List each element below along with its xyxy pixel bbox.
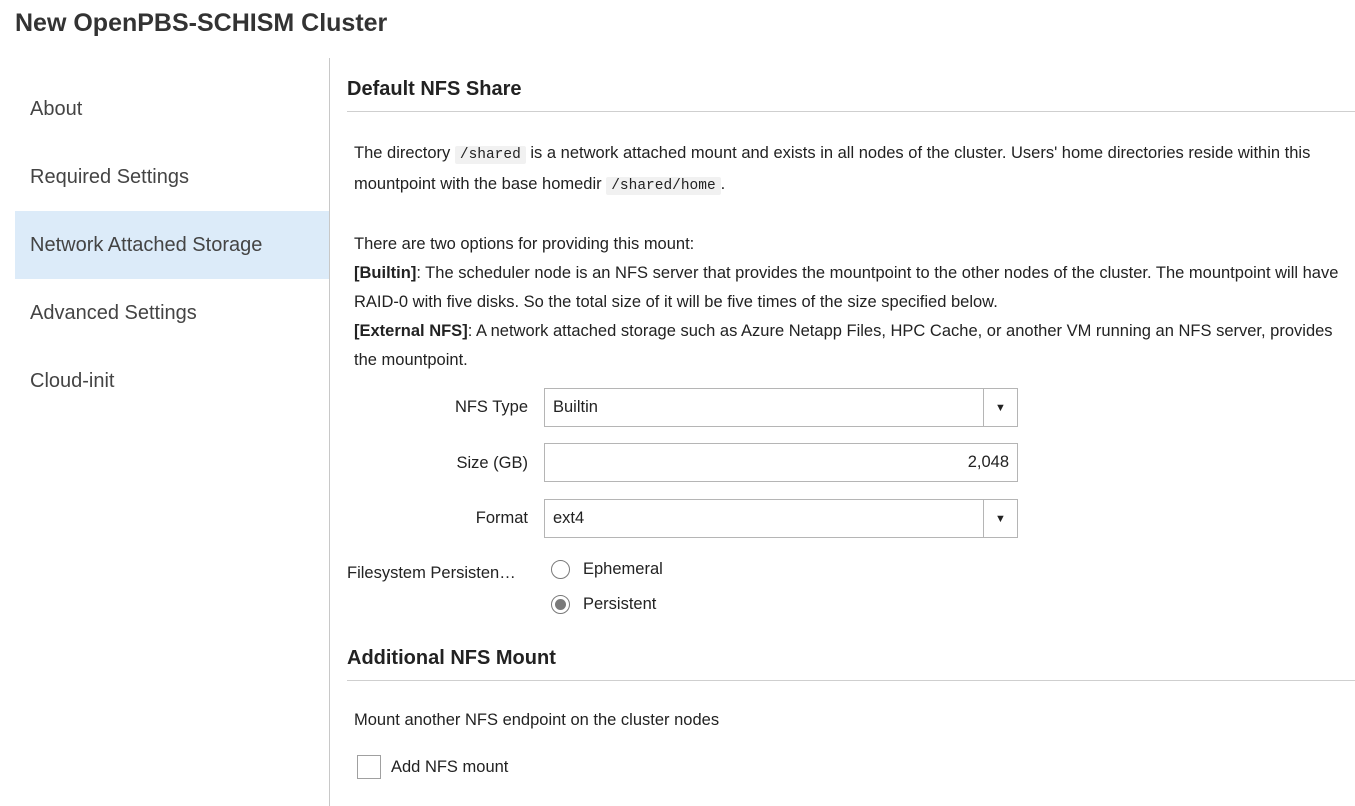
nfs-type-label: NFS Type [454, 398, 528, 416]
size-label: Size (GB) [456, 454, 528, 472]
cluster-wizard: New OpenPBS-SCHISM Cluster About Require… [0, 0, 1355, 806]
desc-text-1: The directory [354, 144, 455, 162]
shared-path-code: /shared [454, 146, 526, 164]
triangle-down-icon: ▼ [983, 500, 1017, 537]
radio-button-checked[interactable] [551, 594, 570, 614]
nfs-type-dropdown[interactable]: Builtin ▼ [544, 388, 1018, 427]
add-nfs-mount-checkbox[interactable] [357, 755, 381, 779]
radio-button-unchecked[interactable] [551, 559, 570, 579]
homedir-path-code: /shared/home [606, 177, 721, 195]
format-dropdown[interactable]: ext4 ▼ [544, 499, 1018, 538]
sidebar-item-network-attached-storage[interactable]: Network Attached Storage [15, 211, 329, 279]
desc-text-3: . [720, 175, 726, 193]
sidebar-item-about[interactable]: About [15, 75, 329, 143]
main-content: Default NFS Share The directory /shared … [347, 0, 1355, 806]
option-builtin-desc: : The scheduler node is an NFS server th… [354, 264, 1339, 311]
section-heading-additional-nfs: Additional NFS Mount [347, 647, 1355, 681]
sidebar-item-required-settings[interactable]: Required Settings [15, 143, 329, 211]
radio-persistent-label: Persistent [583, 594, 657, 613]
page-title: New OpenPBS-SCHISM Cluster [15, 9, 388, 37]
triangle-down-icon: ▼ [983, 389, 1017, 426]
options-intro: There are two options for providing this… [354, 235, 695, 253]
sidebar-divider [329, 58, 330, 806]
add-nfs-mount-label: Add NFS mount [391, 757, 509, 776]
nfs-type-value: Builtin [553, 398, 598, 416]
add-nfs-mount-checkbox-row[interactable]: Add NFS mount [357, 754, 508, 780]
additional-nfs-description: Mount another NFS endpoint on the cluste… [354, 711, 720, 729]
section-heading-default-nfs: Default NFS Share [347, 78, 1355, 112]
format-value: ext4 [553, 509, 585, 527]
option-builtin-label: [Builtin] [354, 264, 417, 282]
sidebar-item-cloud-init[interactable]: Cloud-init [15, 347, 329, 415]
option-external-label: [External NFS] [354, 322, 468, 340]
filesystem-persistence-label: Filesystem Persisten… [347, 564, 516, 582]
option-external-desc: : A network attached storage such as Azu… [354, 322, 1333, 369]
option-builtin-text: [Builtin]: The scheduler node is an NFS … [354, 259, 1349, 317]
sidebar-nav: About Required Settings Network Attached… [15, 75, 329, 415]
radio-persistent[interactable]: Persistent [551, 592, 656, 616]
nfs-options-description: There are two options for providing this… [354, 230, 1349, 375]
sidebar-item-advanced-settings[interactable]: Advanced Settings [15, 279, 329, 347]
format-label: Format [475, 509, 528, 527]
radio-ephemeral-label: Ephemeral [583, 559, 663, 578]
nfs-share-description: The directory /shared is a network attac… [354, 139, 1349, 201]
size-input[interactable]: 2,048 [544, 443, 1018, 482]
radio-ephemeral[interactable]: Ephemeral [551, 557, 663, 581]
option-external-text: [External NFS]: A network attached stora… [354, 317, 1349, 375]
